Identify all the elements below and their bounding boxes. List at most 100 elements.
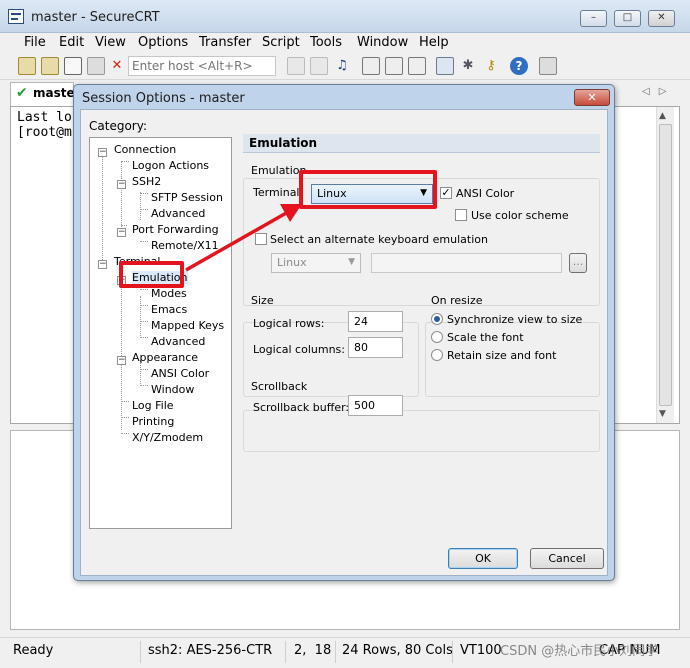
session-options-dialog: Session Options - master ✕ Category: − C… <box>73 84 615 581</box>
expand-ssh2-icon[interactable]: − <box>117 180 126 189</box>
window-title: master - SecureCRT <box>31 10 160 25</box>
logical-columns-label: Logical columns: <box>253 343 345 356</box>
menu-window[interactable]: Window <box>357 35 408 50</box>
copy-icon[interactable] <box>287 57 305 75</box>
enter-host-input[interactable] <box>128 56 276 76</box>
status-separator <box>140 641 141 663</box>
print-selection-icon[interactable] <box>385 57 403 75</box>
reconnect-icon[interactable] <box>87 57 105 75</box>
tree-item-modes[interactable]: Modes <box>151 287 187 300</box>
tab-master[interactable]: ✔ master <box>10 82 81 106</box>
find-icon[interactable]: ♫ <box>333 57 351 75</box>
print-setup-icon[interactable] <box>408 57 426 75</box>
retain-size-radio[interactable] <box>431 349 443 361</box>
scroll-down-icon[interactable]: ▼ <box>659 409 666 419</box>
cancel-button[interactable]: Cancel <box>530 548 604 569</box>
menu-bar: File Edit View Options Transfer Script T… <box>0 33 690 53</box>
tree-item-window[interactable]: Window <box>151 383 194 396</box>
tree-item-xyzmodem[interactable]: X/Y/Zmodem <box>132 431 203 444</box>
status-cipher: ssh2: AES-256-CTR <box>148 643 273 658</box>
menu-tools[interactable]: Tools <box>310 35 342 50</box>
menu-script[interactable]: Script <box>262 35 300 50</box>
status-separator <box>285 641 286 663</box>
scrollback-buffer-label: Scrollback buffer: <box>253 401 350 414</box>
scale-font-radio[interactable] <box>431 331 443 343</box>
tree-item-appearance[interactable]: Appearance <box>132 351 198 364</box>
expand-appearance-icon[interactable]: − <box>117 356 126 365</box>
securecrt-app-icon <box>8 9 24 24</box>
dialog-close-button[interactable]: ✕ <box>574 89 610 106</box>
alternate-keyboard-path-field[interactable] <box>371 253 562 273</box>
disconnect-icon[interactable]: ✕ <box>108 57 126 75</box>
status-separator <box>452 641 453 663</box>
terminal-select-highlight-box <box>299 170 437 209</box>
emulation-highlight-box <box>119 261 184 288</box>
dropdown-arrow-icon: ▼ <box>348 257 355 267</box>
status-separator <box>335 641 336 663</box>
scrollback-buffer-input[interactable]: 500 <box>348 395 403 416</box>
retain-size-label: Retain size and font <box>447 349 557 362</box>
status-rows-cols: 24 Rows, 80 Cols <box>342 643 453 658</box>
expand-connection-icon[interactable]: − <box>98 148 107 157</box>
csdn-watermark: CSDN @热心市民小刘同学 <box>500 644 659 659</box>
ok-button[interactable]: OK <box>448 548 518 569</box>
scale-font-label: Scale the font <box>447 331 524 344</box>
connect-icon[interactable] <box>18 57 36 75</box>
tab-scroll-arrows-icon[interactable]: ◁▷ <box>642 86 675 97</box>
size-group-label: Size <box>251 294 274 307</box>
scrollbar-thumb[interactable] <box>659 124 672 406</box>
scrollback-group <box>243 410 600 452</box>
dialog-title: Session Options - master <box>82 91 245 106</box>
sync-view-label: Synchronize view to size <box>447 313 583 326</box>
logical-rows-label: Logical rows: <box>253 317 325 330</box>
expand-terminal-icon[interactable]: − <box>98 260 107 269</box>
menu-help[interactable]: Help <box>419 35 449 50</box>
menu-transfer[interactable]: Transfer <box>199 35 251 50</box>
tree-item-printing[interactable]: Printing <box>132 415 174 428</box>
tree-item-emacs[interactable]: Emacs <box>151 303 187 316</box>
use-color-scheme-label: Use color scheme <box>471 209 569 222</box>
tree-item-emulation-advanced[interactable]: Advanced <box>151 335 205 348</box>
logical-columns-input[interactable]: 80 <box>348 337 403 358</box>
menu-options[interactable]: Options <box>138 35 188 50</box>
category-label: Category: <box>89 119 147 133</box>
tree-item-ssh2[interactable]: SSH2 <box>132 175 161 188</box>
tree-item-ansi-color[interactable]: ANSI Color <box>151 367 209 380</box>
minimize-button[interactable]: – <box>580 10 607 27</box>
use-color-scheme-checkbox[interactable] <box>455 209 467 221</box>
scrollback-group-label: Scrollback <box>251 380 308 393</box>
quick-connect-icon[interactable] <box>41 57 59 75</box>
keymap-icon[interactable]: ⚷ <box>482 57 500 75</box>
close-window-button[interactable]: ✕ <box>648 10 675 27</box>
menu-edit[interactable]: Edit <box>59 35 84 50</box>
browse-button[interactable]: ... <box>569 253 587 273</box>
menu-view[interactable]: View <box>95 35 126 50</box>
ansi-color-label: ANSI Color <box>456 187 515 200</box>
expand-port-forwarding-icon[interactable]: − <box>117 228 126 237</box>
maximize-button[interactable]: □ <box>614 10 641 27</box>
menu-file[interactable]: File <box>24 35 46 50</box>
print-icon[interactable] <box>362 57 380 75</box>
connected-check-icon: ✔ <box>16 85 28 101</box>
toolbar: ✕ ♫ ✱ ⚷ ? <box>0 54 690 80</box>
connect-tab-icon[interactable] <box>64 57 82 75</box>
global-options-icon[interactable]: ✱ <box>459 57 477 75</box>
sftp-icon[interactable] <box>539 57 557 75</box>
scroll-up-icon[interactable]: ▲ <box>659 111 666 121</box>
tree-item-log-file[interactable]: Log File <box>132 399 174 412</box>
tree-item-logon-actions[interactable]: Logon Actions <box>132 159 209 172</box>
status-emulation: VT100 <box>460 643 502 658</box>
tree-item-mapped-keys[interactable]: Mapped Keys <box>151 319 224 332</box>
logical-rows-input[interactable]: 24 <box>348 311 403 332</box>
status-ready: Ready <box>13 643 54 658</box>
ansi-color-checkbox[interactable]: ✓ <box>440 187 452 199</box>
help-icon[interactable]: ? <box>510 57 528 75</box>
on-resize-group-label: On resize <box>431 294 483 307</box>
panel-title: Emulation <box>243 134 600 153</box>
tree-item-connection[interactable]: Connection <box>114 143 176 156</box>
sync-view-radio[interactable] <box>431 313 443 325</box>
paste-icon[interactable] <box>310 57 328 75</box>
title-bar: master - SecureCRT – □ ✕ <box>0 0 690 33</box>
status-cursor-position: 2, 18 <box>294 643 332 658</box>
session-options-icon[interactable] <box>436 57 454 75</box>
